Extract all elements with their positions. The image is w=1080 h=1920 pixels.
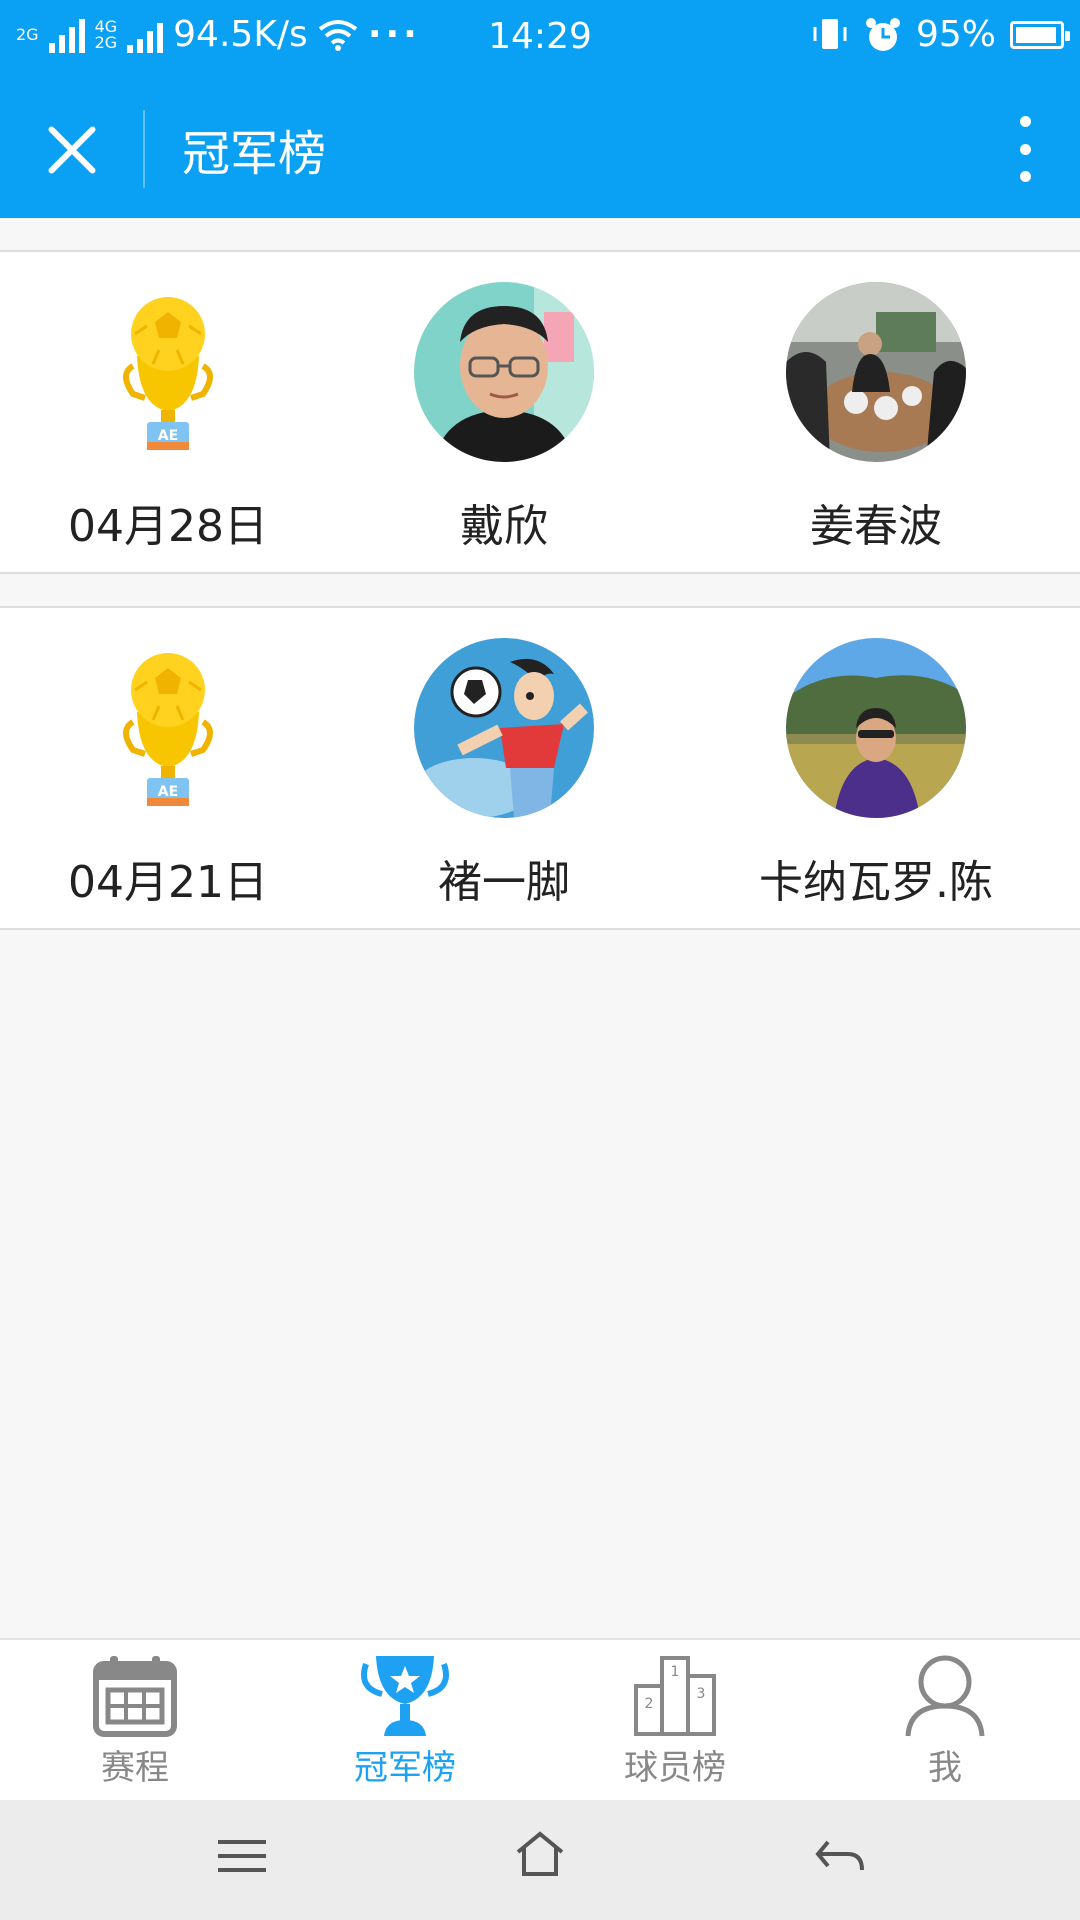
battery-icon xyxy=(1010,20,1070,49)
player-cell[interactable]: 卡纳瓦罗.陈 xyxy=(672,608,1080,928)
avatar[interactable] xyxy=(414,638,594,818)
battery-percent: 95% xyxy=(915,14,996,55)
svg-text:3: 3 xyxy=(697,1686,706,1702)
tab-bar: 赛程 冠军榜 1 2 3 球员榜 我 xyxy=(0,1638,1080,1802)
player-cell[interactable]: 褚一脚 xyxy=(336,608,672,928)
system-nav-bar xyxy=(0,1800,1080,1920)
page-title: 冠军榜 xyxy=(182,126,327,182)
tab-me[interactable]: 我 xyxy=(810,1640,1080,1802)
champion-row[interactable]: AE 04月28日 戴欣 姜春波 xyxy=(0,250,1080,574)
champion-date-cell: AE 04月28日 xyxy=(0,252,336,572)
more-vertical-icon[interactable] xyxy=(1010,116,1040,182)
svg-text:1: 1 xyxy=(671,1664,680,1680)
svg-text:AE: AE xyxy=(158,428,178,444)
champion-date: 04月28日 xyxy=(68,501,268,552)
champion-row[interactable]: AE 04月21日 褚一脚 卡纳瓦罗.陈 xyxy=(0,606,1080,930)
tab-label: 我 xyxy=(928,1748,962,1788)
trophy-icon xyxy=(361,1656,449,1736)
tab-champions[interactable]: 冠军榜 xyxy=(270,1640,540,1802)
tab-label: 赛程 xyxy=(101,1748,169,1788)
avatar[interactable] xyxy=(414,282,594,462)
back-icon[interactable] xyxy=(814,1836,866,1876)
champion-list: AE 04月28日 戴欣 姜春波 AE 04月21日 褚一脚 卡纳瓦罗.陈 xyxy=(0,250,1080,962)
close-icon[interactable] xyxy=(44,122,100,178)
avatar[interactable] xyxy=(786,282,966,462)
title-divider xyxy=(143,110,145,188)
player-name: 姜春波 xyxy=(810,501,942,552)
player-name: 褚一脚 xyxy=(438,857,570,908)
trophy-icon: AE xyxy=(123,653,213,806)
svg-text:AE: AE xyxy=(158,784,178,800)
player-name: 卡纳瓦罗.陈 xyxy=(759,857,993,908)
champion-date: 04月21日 xyxy=(68,857,268,908)
podium-icon: 1 2 3 xyxy=(634,1656,716,1736)
player-name: 戴欣 xyxy=(460,501,548,552)
title-bar: 冠军榜 xyxy=(0,80,1080,218)
calendar-icon xyxy=(93,1656,177,1737)
home-icon[interactable] xyxy=(514,1830,566,1878)
champion-date-cell: AE 04月21日 xyxy=(0,608,336,928)
trophy-icon: AE xyxy=(123,297,213,450)
tab-schedule[interactable]: 赛程 xyxy=(0,1640,270,1802)
vibrate-icon xyxy=(813,18,847,49)
menu-icon[interactable] xyxy=(216,1836,268,1876)
tab-label: 球员榜 xyxy=(624,1748,726,1788)
user-icon xyxy=(905,1655,985,1737)
status-right: 95% xyxy=(810,14,1070,55)
tab-label: 冠军榜 xyxy=(354,1748,456,1788)
avatar[interactable] xyxy=(786,638,966,818)
player-cell[interactable]: 姜春波 xyxy=(672,252,1080,572)
alarm-icon xyxy=(865,17,900,51)
svg-text:2: 2 xyxy=(645,1696,654,1712)
player-cell[interactable]: 戴欣 xyxy=(336,252,672,572)
tab-player-ranking[interactable]: 1 2 3 球员榜 xyxy=(540,1640,810,1802)
status-bar: 2G 4G 2G 94.5K/s ··· 14:29 95% xyxy=(0,0,1080,80)
